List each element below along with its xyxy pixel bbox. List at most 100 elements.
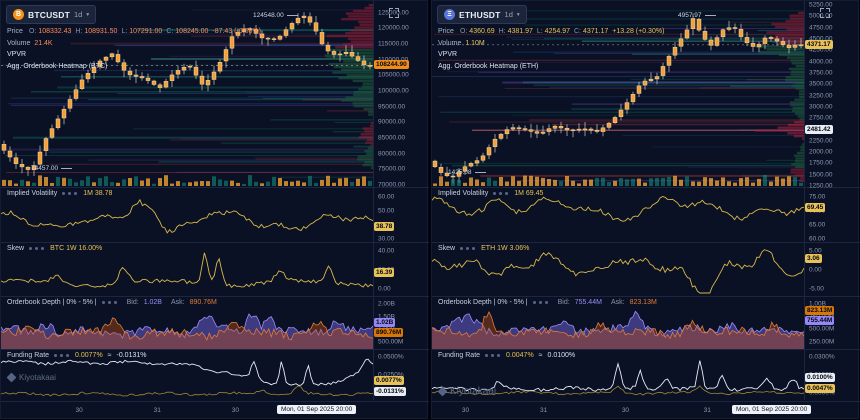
axis-tick: 1250.00 <box>809 183 833 190</box>
axis-tick: 60.00 <box>809 236 825 243</box>
price-axis[interactable]: 5250.005000.004750.004500.004250.004000.… <box>804 1 860 400</box>
axis-tick: 70000.00 <box>378 182 405 189</box>
low-price-marker: 74457.00 <box>31 165 72 172</box>
btc-coin-icon: B <box>13 9 24 20</box>
iv-value-badge: 38.78 <box>374 222 394 231</box>
axis-tick: 2750.00 <box>809 115 833 122</box>
axis-tick: 4000.00 <box>809 58 833 65</box>
funding-badge: 0.0100% <box>805 373 835 382</box>
time-tick: 31 <box>540 407 547 414</box>
divider <box>1 349 429 350</box>
symbol-label: BTCUSDT <box>28 10 70 20</box>
axis-tick: 65.00 <box>809 222 825 229</box>
vpvr-label: VPVR <box>7 49 261 61</box>
ask-depth-badge: 890.76M <box>374 328 403 337</box>
ohlc-legend: PriceO: 4360.69H: 4381.97L: 4254.97C: 43… <box>438 26 664 72</box>
divider <box>1 242 429 243</box>
chart-panel-ethusdt: Ξ ETHUSDT 1d ▾ PriceO: 4360.69H: 4381.97… <box>431 0 859 419</box>
divider <box>432 349 860 350</box>
axis-tick: 0.00 <box>809 267 822 274</box>
time-axis[interactable]: 30313031 Mon, 01 Sep 2025 20:00 <box>432 401 860 420</box>
kiyotaka-logo-icon <box>7 373 17 383</box>
funding-secondary-badge: 0.0047% <box>805 384 835 393</box>
axis-tick: 2.00B <box>378 301 395 308</box>
funding-rate-header: Funding Rate 0.0047% ≈ 0.0100% <box>438 352 575 359</box>
axis-tick: 3500.00 <box>809 81 833 88</box>
divider <box>432 296 860 297</box>
symbol-label: ETHUSDT <box>459 10 501 20</box>
heatmap-label: Agg. Orderbook Heatmap (BTC) <box>7 61 261 73</box>
divider <box>1 296 429 297</box>
fullscreen-icon[interactable] <box>389 8 399 18</box>
axis-tick: 2250.00 <box>809 137 833 144</box>
skew-header: Skew BTC 1W 16.00% <box>7 245 102 252</box>
indicator-toggle-icons[interactable] <box>533 301 549 304</box>
funding-badge: 0.0077% <box>374 376 404 385</box>
fullscreen-icon[interactable] <box>820 8 830 18</box>
axis-tick: 500.00M <box>809 326 834 333</box>
axis-tick: 100000.00 <box>378 88 409 95</box>
implied-volatility-header: Implied Volatility 1M 38.78 <box>7 190 112 197</box>
axis-tick: 3250.00 <box>809 92 833 99</box>
symbol-selector[interactable]: Ξ ETHUSDT 1d ▾ <box>437 5 527 24</box>
indicator-toggle-icons[interactable] <box>485 354 501 357</box>
chart-panel-btcusdt: B BTCUSDT 1d ▾ PriceO: 108332.43H: 10893… <box>0 0 428 419</box>
iv-value-badge: 69.45 <box>805 203 825 212</box>
divider <box>432 187 860 188</box>
axis-tick: 0.00 <box>378 286 391 293</box>
funding-secondary-badge: -0.0131% <box>374 387 406 396</box>
vpvr-label: VPVR <box>438 49 664 61</box>
axis-tick: 80000.00 <box>378 150 405 157</box>
axis-tick: 115000.00 <box>378 41 408 48</box>
axis-tick: 4750.00 <box>809 24 833 31</box>
high-price-marker: 4957.97 <box>678 12 716 19</box>
indicator-toggle-icons[interactable] <box>493 192 509 195</box>
time-tick: 31 <box>704 407 711 414</box>
divider <box>1 187 429 188</box>
low-price-marker: 1425.08 <box>448 169 486 176</box>
price-row: PriceO: 108332.43H: 108931.50L: 107291.0… <box>7 26 261 38</box>
axis-tick: 50.00 <box>378 208 394 215</box>
indicator-toggle-icons[interactable] <box>62 192 78 195</box>
axis-tick: -5.00 <box>809 286 824 293</box>
time-tick: 30 <box>75 407 82 414</box>
indicator-toggle-icons[interactable] <box>54 354 70 357</box>
kiyotaka-watermark: Kiyotakaai <box>439 386 496 397</box>
axis-tick: 40.00 <box>378 248 394 255</box>
indicator-toggle-icons[interactable] <box>29 247 45 250</box>
axis-tick: 130000.00 <box>378 0 409 1</box>
axis-tick: 0.0300% <box>809 354 835 361</box>
ohlc-legend: PriceO: 108332.43H: 108931.50L: 107291.0… <box>7 26 261 72</box>
axis-tick: 95000.00 <box>378 103 405 110</box>
implied-volatility-header: Implied Volatility 1M 69.45 <box>438 190 543 197</box>
skew-value-badge: 3.06 <box>805 254 822 263</box>
axis-tick: 250.00M <box>809 339 834 346</box>
timeframe-selector[interactable]: 1d <box>505 10 513 19</box>
axis-tick: 90000.00 <box>378 119 405 126</box>
axis-tick: 3000.00 <box>809 103 833 110</box>
indicator-toggle-icons[interactable] <box>102 301 118 304</box>
axis-tick: 2000.00 <box>809 149 833 156</box>
last-price-badge: 4371.17 <box>805 40 833 49</box>
last-price-badge: 108244.90 <box>374 60 409 69</box>
timeframe-selector[interactable]: 1d <box>74 10 82 19</box>
funding-rate-header: Funding Rate 0.0077% ≈ -0.0131% <box>7 352 146 359</box>
axis-tick: 0.0500% <box>378 354 404 361</box>
time-tick: 31 <box>154 407 161 414</box>
kiyotaka-watermark: Kiyotakaai <box>8 373 56 382</box>
volume-row: Volume 21.4K <box>7 38 261 50</box>
poc-price-badge: 2481.42 <box>805 125 833 134</box>
time-tick: 30 <box>622 407 629 414</box>
ask-depth-badge: 823.13M <box>805 306 834 315</box>
indicator-toggle-icons[interactable] <box>460 247 476 250</box>
crosshair-date-badge: Mon, 01 Sep 2025 20:00 <box>277 405 356 414</box>
symbol-selector[interactable]: B BTCUSDT 1d ▾ <box>6 5 96 24</box>
axis-tick: 75.00 <box>809 194 825 201</box>
time-axis[interactable]: 30313031 Mon, 01 Sep 2025 20:00 <box>1 401 429 420</box>
orderbook-depth-header: Orderbook Depth | 0% - 5% | Bid:1.02B As… <box>7 299 217 306</box>
price-row: PriceO: 4360.69H: 4381.97L: 4254.97C: 43… <box>438 26 664 38</box>
time-tick: 30 <box>232 407 239 414</box>
skew-header: Skew ETH 1W 3.06% <box>438 245 529 252</box>
time-tick: 30 <box>462 407 469 414</box>
axis-tick: 3750.00 <box>809 69 833 76</box>
